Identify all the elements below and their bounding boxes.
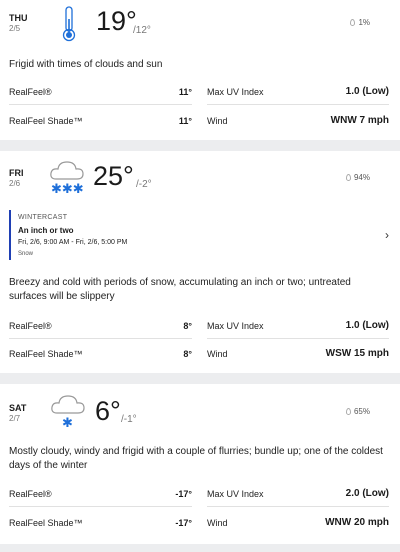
realfeel-label: RealFeel®: [9, 321, 52, 331]
wintercast-link[interactable]: WINTERCAST An inch or two Fri, 2/6, 9:00…: [9, 210, 389, 260]
wind-value: WSW 15 mph: [325, 348, 389, 359]
precip-value: 94%: [353, 173, 370, 182]
uv-label: Max UV Index: [207, 87, 264, 97]
precip-chance: 94%: [345, 173, 370, 182]
day-name: SAT: [9, 403, 27, 413]
wind-label: Wind: [207, 116, 228, 126]
high-temp: 25°: [93, 161, 134, 191]
realfeel-value: 11°: [178, 87, 192, 97]
low-temp: /-1°: [121, 414, 137, 425]
realfeel-shade-label: RealFeel Shade™: [9, 518, 83, 528]
snow-cloud-icon: ✱✱✱: [48, 159, 86, 200]
day-header[interactable]: SAT 2/7 ✱ 6° /-1° 65%: [0, 384, 400, 431]
thermometer-icon: [58, 5, 80, 48]
raindrop-icon: [345, 408, 351, 415]
high-temp: 6°: [95, 396, 121, 426]
flurry-cloud-icon: ✱: [50, 393, 86, 434]
day-card-fri[interactable]: FRI 2/6 ✱✱✱ 25° /-2° 94% WINTERCAST An i…: [0, 151, 400, 373]
day-date: 2/6: [9, 179, 21, 188]
wind-label: Wind: [207, 518, 228, 528]
uv-label: Max UV Index: [207, 321, 264, 331]
realfeel-value: 8°: [183, 321, 192, 331]
precip-value: 65%: [353, 407, 370, 416]
day-header[interactable]: FRI 2/6 ✱✱✱ 25° /-2° 94%: [0, 151, 400, 197]
day-card-thu[interactable]: THU 2/5 19° /12° 1% Frigid with times of…: [0, 0, 400, 140]
day-date: 2/5: [9, 24, 21, 33]
wintercast-title: An inch or two: [18, 226, 74, 235]
uv-value: 1.0 (Low): [345, 320, 389, 331]
realfeel-shade-value: 8°: [183, 349, 192, 359]
day-card-sat[interactable]: SAT 2/7 ✱ 6° /-1° 65% Mostly cloudy, win…: [0, 384, 400, 544]
day-name: THU: [9, 13, 28, 23]
realfeel-value: -17°: [175, 489, 192, 499]
low-temp: /-2°: [136, 179, 152, 190]
day-date: 2/7: [9, 414, 21, 423]
realfeel-label: RealFeel®: [9, 489, 52, 499]
forecast-phrase: Mostly cloudy, windy and frigid with a c…: [9, 446, 383, 471]
raindrop-icon: [345, 174, 351, 181]
forecast-phrase: Frigid with times of clouds and sun: [9, 59, 163, 70]
svg-text:✱✱✱: ✱✱✱: [51, 182, 84, 195]
wintercast-range: Fri, 2/6, 9:00 AM - Fri, 2/6, 5:00 PM: [18, 239, 128, 246]
realfeel-shade-label: RealFeel Shade™: [9, 116, 83, 126]
forecast-phrase: Breezy and cold with periods of snow, ac…: [9, 277, 351, 302]
divider: [207, 104, 389, 105]
divider: [9, 506, 192, 507]
raindrop-icon: [350, 19, 356, 26]
divider: [207, 506, 389, 507]
wind-value: WNW 20 mph: [325, 517, 389, 528]
low-temp: /12°: [133, 25, 151, 36]
high-temp: 19°: [96, 6, 137, 36]
realfeel-shade-label: RealFeel Shade™: [9, 349, 83, 359]
uv-value: 2.0 (Low): [345, 488, 389, 499]
wintercast-label: WINTERCAST: [18, 214, 68, 221]
wind-label: Wind: [207, 349, 228, 359]
divider: [9, 338, 192, 339]
realfeel-shade-value: -17°: [175, 518, 192, 528]
uv-value: 1.0 (Low): [345, 86, 389, 97]
svg-text:✱: ✱: [62, 416, 73, 429]
realfeel-label: RealFeel®: [9, 87, 52, 97]
divider: [207, 338, 389, 339]
precip-chance: 1%: [350, 18, 370, 27]
chevron-right-icon[interactable]: ›: [385, 228, 389, 242]
day-header[interactable]: THU 2/5 19° /12° 1%: [0, 0, 400, 46]
wintercast-type: Snow: [18, 251, 34, 257]
wind-value: WNW 7 mph: [330, 115, 389, 126]
precip-chance: 65%: [345, 407, 370, 416]
day-name: FRI: [9, 168, 24, 178]
realfeel-shade-value: 11°: [178, 116, 192, 126]
uv-label: Max UV Index: [207, 489, 264, 499]
divider: [9, 104, 192, 105]
precip-value: 1%: [358, 18, 370, 27]
